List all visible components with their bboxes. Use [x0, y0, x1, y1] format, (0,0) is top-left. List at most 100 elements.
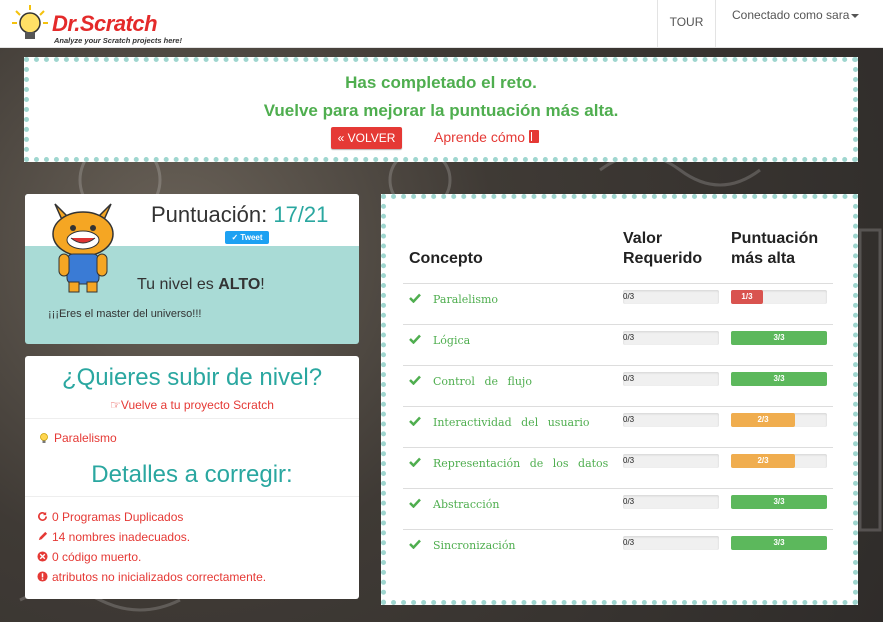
required-value-bar: 0/3	[623, 454, 719, 468]
lightbulb-logo-icon	[12, 5, 48, 39]
concept-name[interactable]: Representación de los datos	[433, 457, 608, 470]
level-suffix: !	[260, 276, 265, 293]
required-value-bar: 0/3	[623, 495, 719, 509]
required-value-label: 0/3	[623, 292, 635, 301]
required-value-bar: 0/3	[623, 331, 719, 345]
row-divider	[403, 365, 833, 366]
level-prefix: Tu nivel es	[137, 276, 219, 293]
logo-title: Dr.Scratch	[52, 11, 158, 36]
concept-name[interactable]: Paralelismo	[433, 293, 498, 306]
required-value-label: 0/3	[623, 497, 635, 506]
check-icon	[409, 375, 421, 385]
check-icon	[409, 457, 421, 467]
required-value-label: 0/3	[623, 456, 635, 465]
concept-name[interactable]: Abstracción	[433, 498, 499, 511]
best-score-bar: 1/3	[731, 290, 827, 304]
best-score-bar: 2/3	[731, 413, 827, 427]
row-divider	[403, 283, 833, 284]
required-value-bar: 0/3	[623, 536, 719, 550]
check-icon	[409, 334, 421, 344]
concept-name[interactable]: Interactividad del usuario	[433, 416, 589, 429]
best-score-bar: 3/3	[731, 536, 827, 550]
row-divider	[403, 488, 833, 489]
row-divider	[403, 406, 833, 407]
hand-pointer-icon: ☞	[110, 398, 121, 412]
header-best: Puntuación más alta	[731, 229, 818, 269]
refresh-icon	[38, 511, 47, 521]
issue-attributes-label: atributos no inicializados correctamente…	[52, 570, 267, 584]
logo-subtitle: Analyze your Scratch projects here!	[54, 36, 182, 45]
issue-duplicated-label: 0 Programas Duplicados	[52, 510, 184, 524]
best-score-fill: 2/3	[731, 454, 796, 468]
score-value: 17/21	[273, 202, 329, 227]
best-score-bar: 3/3	[731, 331, 827, 345]
score-label: Puntuación:	[151, 202, 268, 227]
check-icon	[409, 539, 421, 549]
row-divider	[403, 447, 833, 448]
header-required: Valor Requerido	[623, 229, 702, 269]
level-up-panel: ¿Quieres subir de nivel? ☞Vuelve a tu pr…	[25, 356, 359, 599]
required-value-label: 0/3	[623, 333, 635, 342]
best-score-label: 1/3	[741, 292, 753, 301]
back-to-project-link[interactable]: ☞Vuelve a tu proyecto Scratch	[25, 398, 359, 412]
required-value-label: 0/3	[623, 538, 635, 547]
best-score-fill: 3/3	[731, 495, 827, 509]
best-score-bar: 3/3	[731, 372, 827, 386]
tweet-label: Tweet	[240, 233, 263, 242]
required-value-label: 0/3	[623, 415, 635, 424]
divider	[25, 418, 359, 419]
issue-duplicated[interactable]: 0 Programas Duplicados	[37, 510, 183, 524]
issue-dead-code[interactable]: 0 código muerto.	[37, 550, 141, 564]
caret-down-icon	[851, 13, 860, 18]
issue-names-label: 14 nombres inadecuados.	[52, 530, 191, 544]
issue-attributes[interactable]: atributos no inicializados correctamente…	[37, 570, 266, 584]
header-best-line1: Puntuación	[731, 230, 819, 247]
logo[interactable]: Dr.Scratch Analyze your Scratch projects…	[10, 3, 182, 45]
issue-names[interactable]: 14 nombres inadecuados.	[37, 530, 190, 544]
user-menu-label: Conectado como sara	[732, 8, 850, 22]
user-menu[interactable]: Conectado como sara	[732, 8, 860, 22]
check-icon	[409, 416, 421, 426]
best-score-fill: 2/3	[731, 413, 796, 427]
concept-name[interactable]: Sincronización	[433, 539, 516, 552]
warning-icon	[37, 571, 48, 582]
best-score-fill: 3/3	[731, 372, 827, 386]
level-text: Tu nivel es ALTO!	[137, 276, 265, 294]
navbar: Dr.Scratch Analyze your Scratch projects…	[0, 0, 883, 48]
required-value-bar: 0/3	[623, 290, 719, 304]
challenge-banner: Has completado el reto. Vuelve para mejo…	[24, 57, 858, 162]
best-score-label: 3/3	[773, 374, 785, 383]
header-required-line2: Requerido	[623, 250, 703, 267]
header-concept: Concepto	[409, 250, 483, 267]
tweet-button[interactable]: ✓ Tweet	[225, 231, 269, 244]
best-score-fill: 3/3	[731, 536, 827, 550]
learn-how-link[interactable]: Aprende cómo	[434, 129, 540, 145]
tour-link[interactable]: TOUR	[657, 0, 716, 47]
best-score-label: 3/3	[773, 538, 785, 547]
back-button[interactable]: « VOLVER	[331, 127, 402, 149]
best-score-bar: 2/3	[731, 454, 827, 468]
best-score-label: 3/3	[773, 497, 785, 506]
cat-mascot-icon	[52, 203, 114, 293]
pencil-icon	[38, 531, 48, 541]
level-up-title: ¿Quieres subir de nivel?	[61, 364, 323, 391]
back-to-project-label: Vuelve a tu proyecto Scratch	[120, 398, 274, 412]
header-required-line1: Valor	[623, 230, 663, 247]
header-best-line2: más alta	[731, 250, 796, 267]
required-value-bar: 0/3	[623, 413, 719, 427]
best-score-bar: 3/3	[731, 495, 827, 509]
banner-line-2: Vuelve para mejorar la puntuación más al…	[263, 101, 619, 120]
best-score-label: 3/3	[773, 333, 785, 342]
score-panel: Puntuación: 17/21 ✓ Tweet Tu nivel es AL…	[25, 194, 359, 344]
concept-name[interactable]: Lógica	[433, 334, 470, 347]
concept-suggestion[interactable]: Paralelismo	[38, 431, 117, 445]
learn-how-label: Aprende cómo	[434, 129, 526, 145]
divider	[25, 496, 359, 497]
best-score-label: 2/3	[757, 456, 769, 465]
concept-suggestion-label: Paralelismo	[54, 431, 117, 445]
row-divider	[403, 529, 833, 530]
required-value-bar: 0/3	[623, 372, 719, 386]
concept-name[interactable]: Control de flujo	[433, 375, 532, 388]
required-value-label: 0/3	[623, 374, 635, 383]
banner-line-1: Has completado el reto.	[345, 73, 537, 92]
